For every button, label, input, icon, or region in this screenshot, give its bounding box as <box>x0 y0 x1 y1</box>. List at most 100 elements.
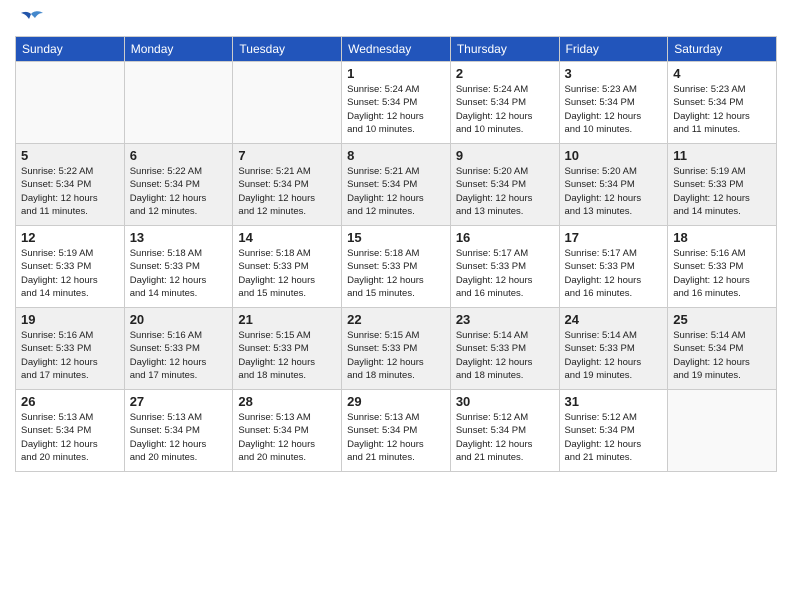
calendar-week-5: 26 Sunrise: 5:13 AM Sunset: 5:34 PM Dayli… <box>16 390 777 472</box>
page-container: SundayMondayTuesdayWednesdayThursdayFrid… <box>0 0 792 482</box>
day-info: Sunrise: 5:22 AM Sunset: 5:34 PM Dayligh… <box>130 165 228 218</box>
day-number: 31 <box>565 394 663 409</box>
weekday-header-row: SundayMondayTuesdayWednesdayThursdayFrid… <box>16 37 777 62</box>
day-info: Sunrise: 5:21 AM Sunset: 5:34 PM Dayligh… <box>238 165 336 218</box>
calendar-cell: 13 Sunrise: 5:18 AM Sunset: 5:33 PM Dayli… <box>124 226 233 308</box>
day-info: Sunrise: 5:18 AM Sunset: 5:33 PM Dayligh… <box>238 247 336 300</box>
calendar-table: SundayMondayTuesdayWednesdayThursdayFrid… <box>15 36 777 472</box>
day-info: Sunrise: 5:16 AM Sunset: 5:33 PM Dayligh… <box>673 247 771 300</box>
day-number: 14 <box>238 230 336 245</box>
day-info: Sunrise: 5:12 AM Sunset: 5:34 PM Dayligh… <box>565 411 663 464</box>
day-info: Sunrise: 5:21 AM Sunset: 5:34 PM Dayligh… <box>347 165 445 218</box>
day-number: 13 <box>130 230 228 245</box>
calendar-cell: 17 Sunrise: 5:17 AM Sunset: 5:33 PM Dayli… <box>559 226 668 308</box>
calendar-cell <box>668 390 777 472</box>
day-number: 29 <box>347 394 445 409</box>
day-number: 16 <box>456 230 554 245</box>
day-info: Sunrise: 5:19 AM Sunset: 5:33 PM Dayligh… <box>673 165 771 218</box>
weekday-header-saturday: Saturday <box>668 37 777 62</box>
weekday-header-monday: Monday <box>124 37 233 62</box>
day-number: 22 <box>347 312 445 327</box>
weekday-header-friday: Friday <box>559 37 668 62</box>
day-info: Sunrise: 5:18 AM Sunset: 5:33 PM Dayligh… <box>347 247 445 300</box>
day-info: Sunrise: 5:19 AM Sunset: 5:33 PM Dayligh… <box>21 247 119 300</box>
day-info: Sunrise: 5:18 AM Sunset: 5:33 PM Dayligh… <box>130 247 228 300</box>
calendar-cell: 18Sunrise: 5:16 AM Sunset: 5:33 PM Dayli… <box>668 226 777 308</box>
calendar-cell: 6 Sunrise: 5:22 AM Sunset: 5:34 PM Daylig… <box>124 144 233 226</box>
calendar-cell: 1 Sunrise: 5:24 AM Sunset: 5:34 PM Daylig… <box>342 62 451 144</box>
day-number: 24 <box>565 312 663 327</box>
header <box>15 10 777 28</box>
weekday-header-wednesday: Wednesday <box>342 37 451 62</box>
logo <box>15 10 45 28</box>
calendar-cell: 20 Sunrise: 5:16 AM Sunset: 5:33 PM Dayli… <box>124 308 233 390</box>
day-info: Sunrise: 5:20 AM Sunset: 5:34 PM Dayligh… <box>565 165 663 218</box>
calendar-cell: 21 Sunrise: 5:15 AM Sunset: 5:33 PM Dayli… <box>233 308 342 390</box>
day-number: 23 <box>456 312 554 327</box>
day-number: 1 <box>347 66 445 81</box>
calendar-cell: 22 Sunrise: 5:15 AM Sunset: 5:33 PM Dayli… <box>342 308 451 390</box>
day-number: 2 <box>456 66 554 81</box>
day-number: 8 <box>347 148 445 163</box>
calendar-cell: 31 Sunrise: 5:12 AM Sunset: 5:34 PM Dayli… <box>559 390 668 472</box>
day-number: 27 <box>130 394 228 409</box>
calendar-week-2: 5 Sunrise: 5:22 AM Sunset: 5:34 PM Daylig… <box>16 144 777 226</box>
day-number: 6 <box>130 148 228 163</box>
day-info: Sunrise: 5:15 AM Sunset: 5:33 PM Dayligh… <box>238 329 336 382</box>
day-info: Sunrise: 5:14 AM Sunset: 5:33 PM Dayligh… <box>565 329 663 382</box>
day-number: 4 <box>673 66 771 81</box>
day-info: Sunrise: 5:16 AM Sunset: 5:33 PM Dayligh… <box>21 329 119 382</box>
day-info: Sunrise: 5:24 AM Sunset: 5:34 PM Dayligh… <box>347 83 445 136</box>
day-number: 25 <box>673 312 771 327</box>
calendar-cell: 29Sunrise: 5:13 AM Sunset: 5:34 PM Dayli… <box>342 390 451 472</box>
calendar-cell: 12Sunrise: 5:19 AM Sunset: 5:33 PM Dayli… <box>16 226 125 308</box>
calendar-cell: 28 Sunrise: 5:13 AM Sunset: 5:34 PM Dayli… <box>233 390 342 472</box>
calendar-cell: 30Sunrise: 5:12 AM Sunset: 5:34 PM Dayli… <box>450 390 559 472</box>
day-info: Sunrise: 5:17 AM Sunset: 5:33 PM Dayligh… <box>456 247 554 300</box>
calendar-cell: 11 Sunrise: 5:19 AM Sunset: 5:33 PM Dayli… <box>668 144 777 226</box>
calendar-cell: 19Sunrise: 5:16 AM Sunset: 5:33 PM Dayli… <box>16 308 125 390</box>
calendar-cell: 8 Sunrise: 5:21 AM Sunset: 5:34 PM Daylig… <box>342 144 451 226</box>
calendar-cell: 3 Sunrise: 5:23 AM Sunset: 5:34 PM Daylig… <box>559 62 668 144</box>
day-info: Sunrise: 5:20 AM Sunset: 5:34 PM Dayligh… <box>456 165 554 218</box>
day-info: Sunrise: 5:15 AM Sunset: 5:33 PM Dayligh… <box>347 329 445 382</box>
calendar-cell: 9Sunrise: 5:20 AM Sunset: 5:34 PM Daylig… <box>450 144 559 226</box>
calendar-week-1: 1 Sunrise: 5:24 AM Sunset: 5:34 PM Daylig… <box>16 62 777 144</box>
day-info: Sunrise: 5:22 AM Sunset: 5:34 PM Dayligh… <box>21 165 119 218</box>
calendar-cell: 5 Sunrise: 5:22 AM Sunset: 5:34 PM Daylig… <box>16 144 125 226</box>
day-info: Sunrise: 5:14 AM Sunset: 5:33 PM Dayligh… <box>456 329 554 382</box>
calendar-cell: 2Sunrise: 5:24 AM Sunset: 5:34 PM Daylig… <box>450 62 559 144</box>
weekday-header-sunday: Sunday <box>16 37 125 62</box>
day-number: 28 <box>238 394 336 409</box>
day-info: Sunrise: 5:17 AM Sunset: 5:33 PM Dayligh… <box>565 247 663 300</box>
day-number: 11 <box>673 148 771 163</box>
calendar-cell: 26 Sunrise: 5:13 AM Sunset: 5:34 PM Dayli… <box>16 390 125 472</box>
day-number: 30 <box>456 394 554 409</box>
day-number: 20 <box>130 312 228 327</box>
day-info: Sunrise: 5:13 AM Sunset: 5:34 PM Dayligh… <box>238 411 336 464</box>
day-number: 26 <box>21 394 119 409</box>
day-number: 10 <box>565 148 663 163</box>
calendar-week-4: 19Sunrise: 5:16 AM Sunset: 5:33 PM Dayli… <box>16 308 777 390</box>
day-info: Sunrise: 5:23 AM Sunset: 5:34 PM Dayligh… <box>565 83 663 136</box>
calendar-cell: 14 Sunrise: 5:18 AM Sunset: 5:33 PM Dayli… <box>233 226 342 308</box>
calendar-cell: 7Sunrise: 5:21 AM Sunset: 5:34 PM Daylig… <box>233 144 342 226</box>
day-number: 5 <box>21 148 119 163</box>
day-info: Sunrise: 5:13 AM Sunset: 5:34 PM Dayligh… <box>21 411 119 464</box>
calendar-cell <box>124 62 233 144</box>
calendar-cell: 25Sunrise: 5:14 AM Sunset: 5:34 PM Dayli… <box>668 308 777 390</box>
calendar-cell: 4 Sunrise: 5:23 AM Sunset: 5:34 PM Daylig… <box>668 62 777 144</box>
day-number: 21 <box>238 312 336 327</box>
day-number: 17 <box>565 230 663 245</box>
weekday-header-tuesday: Tuesday <box>233 37 342 62</box>
calendar-cell: 23 Sunrise: 5:14 AM Sunset: 5:33 PM Dayli… <box>450 308 559 390</box>
calendar-cell <box>233 62 342 144</box>
day-info: Sunrise: 5:23 AM Sunset: 5:34 PM Dayligh… <box>673 83 771 136</box>
day-number: 3 <box>565 66 663 81</box>
day-number: 15 <box>347 230 445 245</box>
calendar-cell: 10 Sunrise: 5:20 AM Sunset: 5:34 PM Dayli… <box>559 144 668 226</box>
calendar-cell: 24 Sunrise: 5:14 AM Sunset: 5:33 PM Dayli… <box>559 308 668 390</box>
calendar-cell: 15 Sunrise: 5:18 AM Sunset: 5:33 PM Dayli… <box>342 226 451 308</box>
day-info: Sunrise: 5:16 AM Sunset: 5:33 PM Dayligh… <box>130 329 228 382</box>
calendar-cell: 27Sunrise: 5:13 AM Sunset: 5:34 PM Dayli… <box>124 390 233 472</box>
